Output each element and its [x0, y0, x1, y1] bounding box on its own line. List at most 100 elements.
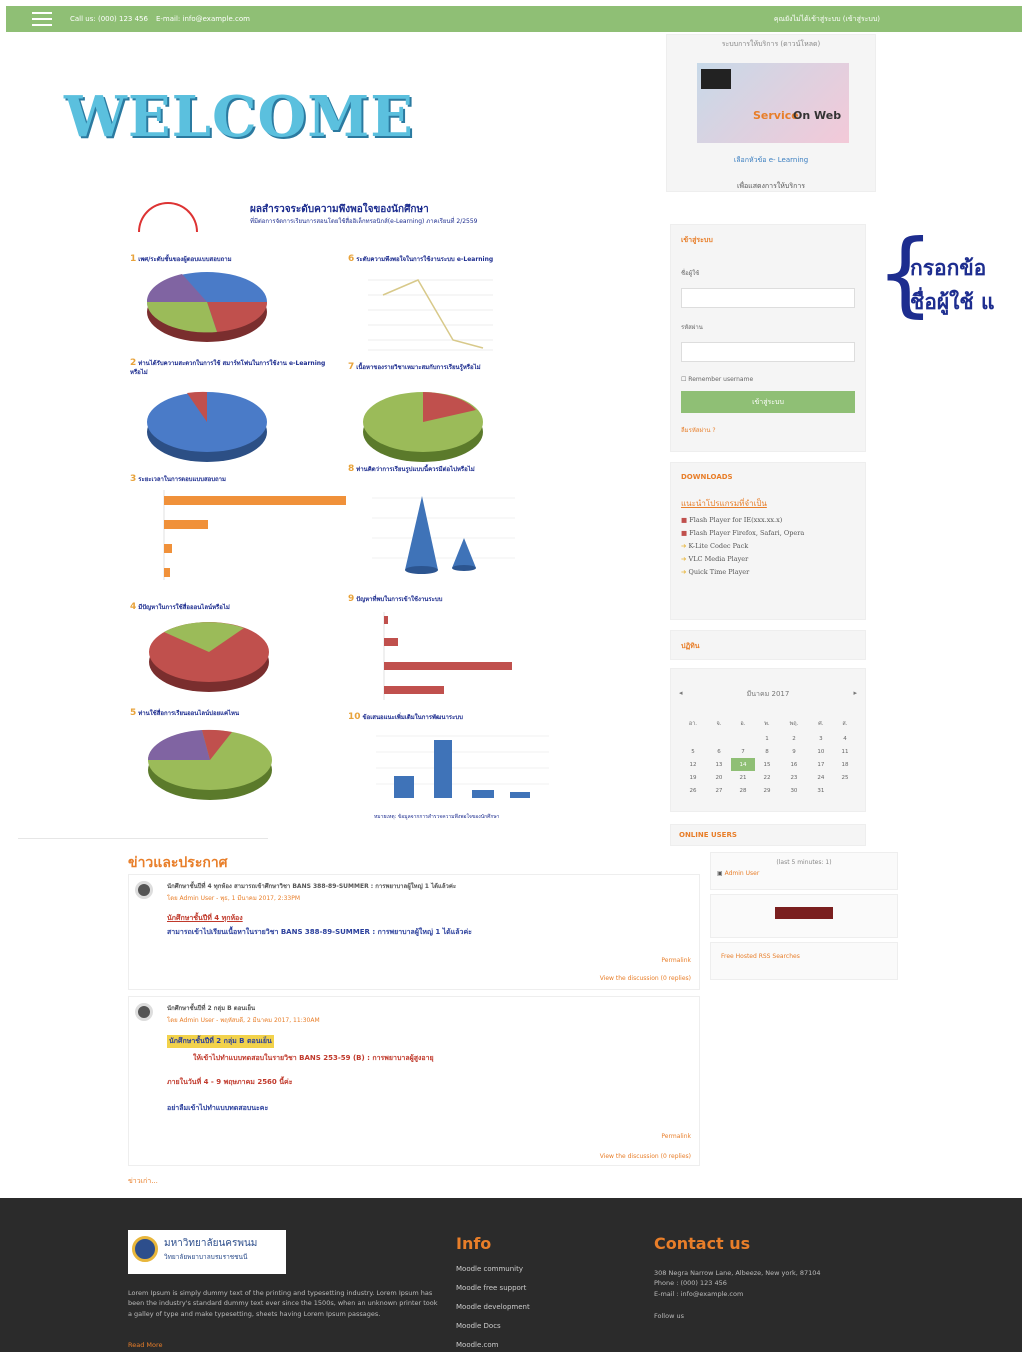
post-byline[interactable]: โดย Admin User - พฤหัสบดี, 2 มีนาคม 2017… [167, 1015, 320, 1025]
discussion-link[interactable]: View the discussion (0 replies) [600, 975, 691, 982]
calendar-day[interactable]: 15 [755, 758, 779, 771]
calendar-day[interactable]: 20 [707, 771, 731, 784]
calendar-header-block: ปฏิทิน [670, 630, 866, 660]
online-users-title: ONLINE USERS [679, 831, 737, 839]
download-item[interactable]: ➔ VLC Media Player [681, 553, 855, 566]
poster-title: ผลสำรวจระดับความพึงพอใจของนักศึกษา [250, 204, 429, 215]
annotation-line-2: ชื่อผู้ใช้ แ [910, 290, 995, 314]
calendar-day[interactable]: 9 [779, 745, 809, 758]
calendar-day[interactable]: 31 [809, 784, 833, 797]
calendar-day[interactable]: 14 [730, 758, 755, 771]
footer-link[interactable]: Moodle community [456, 1260, 530, 1279]
chart-label-5: 5 ท่านใช้สื่อการเรียนออนไลน์บ่อยแค่ไหน [130, 708, 240, 718]
calendar-day[interactable]: 24 [809, 771, 833, 784]
calendar-day[interactable]: 25 [833, 771, 857, 784]
downloads-subtitle: แนะนำโปรแกรมที่จำเป็น [681, 499, 767, 508]
service-block: ระบบการให้บริการ (ดาวน์โหลด) Service On … [666, 34, 876, 192]
password-input[interactable] [681, 342, 855, 362]
forgot-password-link[interactable]: ลืมรหัสผ่าน ? [681, 425, 855, 435]
post-subject[interactable]: นักศึกษาชั้นปีที่ 2 กลุ่ม B ตอนเย็น [167, 1003, 255, 1013]
arrow-icon: ➔ [681, 568, 687, 576]
footer-link[interactable]: Moodle free support [456, 1279, 530, 1298]
calendar-day-header: พ. [764, 721, 770, 727]
calendar-day[interactable]: 13 [707, 758, 731, 771]
poster-logo [138, 202, 198, 232]
service-link-2[interactable]: เพื่อแสดงการให้บริการ [667, 181, 875, 192]
footer-link[interactable]: Moodle Docs [456, 1317, 530, 1336]
calendar-day[interactable]: 7 [731, 745, 755, 758]
calendar-day[interactable]: 16 [779, 758, 809, 771]
calendar-day[interactable]: 6 [707, 745, 731, 758]
permalink[interactable]: Permalink [661, 957, 691, 964]
footer: มหาวิทยาลัยนครพนม วิทยาลัยพยาบาลบรมราชชน… [0, 1198, 1022, 1352]
calendar-day-header: ส. [842, 721, 848, 727]
calendar-day[interactable]: 28 [731, 784, 755, 797]
remember-checkbox[interactable]: ☐ Remember username [681, 376, 855, 383]
username-input[interactable] [681, 288, 855, 308]
older-news-link[interactable]: ข่าวเก่า... [128, 1176, 158, 1187]
login-button[interactable]: เข้าสู่ระบบ [681, 391, 855, 413]
download-item[interactable]: ■ Flash Player Firefox, Safari, Opera [681, 527, 855, 540]
post-body-2: ภายในวันที่ 4 - 9 พฤษภาคม 2560 นี้ค่ะ [167, 1078, 293, 1086]
footer-link[interactable]: Moodle development [456, 1298, 530, 1317]
calendar-day[interactable]: 2 [779, 732, 809, 745]
chart-label-2: 2 ท่านได้รับความสะดวกในการใช้ สมาร์ทโฟนใน… [130, 358, 326, 376]
chart-label-7: 7 เนื้อหาของรายวิชาเหมาะสมกับการเรียนรู้ห… [348, 362, 481, 372]
pie-chart-4 [149, 622, 269, 692]
prev-month-icon[interactable]: ◂ [679, 689, 683, 700]
calendar-day[interactable]: 18 [833, 758, 857, 771]
calendar-day[interactable]: 17 [809, 758, 833, 771]
feed-block: Free Hosted RSS Searches [710, 942, 898, 980]
visitor-counter-block [710, 894, 898, 938]
monitor-icon [701, 69, 731, 89]
service-image-text-1: Service [753, 109, 799, 122]
calendar-day[interactable]: 11 [833, 745, 857, 758]
calendar-day[interactable]: 12 [679, 758, 707, 771]
permalink[interactable]: Permalink [661, 1133, 691, 1140]
calendar-day[interactable]: 19 [679, 771, 707, 784]
online-user[interactable]: ▣ Admin User [717, 870, 891, 877]
cone-chart-8 [372, 496, 515, 574]
calendar-block: ◂ มีนาคม 2017 ▸ อา. จ. อ. พ. พฤ. ศ. ส. 1234567… [670, 668, 866, 812]
download-item[interactable]: ➔ Quick Time Player [681, 566, 855, 579]
avatar [135, 1003, 153, 1021]
calendar-day[interactable]: 1 [755, 732, 779, 745]
calendar-day[interactable]: 23 [779, 771, 809, 784]
login-status[interactable]: คุณยังไม่ได้เข้าสู่ระบบ (เข้าสู่ระบบ) [774, 14, 880, 25]
calendar-day[interactable]: 3 [809, 732, 833, 745]
avatar [135, 881, 153, 899]
calendar-day-header: จ. [716, 721, 722, 727]
menu-icon[interactable] [32, 12, 52, 26]
calendar-day[interactable]: 30 [779, 784, 809, 797]
calendar-day[interactable]: 4 [833, 732, 857, 745]
next-month-icon[interactable]: ▸ [853, 689, 857, 700]
post-byline[interactable]: โดย Admin User - พุธ, 1 มีนาคม 2017, 2:3… [167, 893, 300, 903]
email-text[interactable]: E-mail: info@example.com [156, 15, 250, 23]
download-item[interactable]: ➔ K-Lite Codec Pack [681, 540, 855, 553]
calendar-day[interactable]: 8 [755, 745, 779, 758]
pie-chart-7 [363, 392, 483, 462]
calendar-day[interactable]: 10 [809, 745, 833, 758]
welcome-heading: WELCOME [64, 84, 414, 150]
download-item[interactable]: ■ Flash Player for IE(xxx.xx.x) [681, 514, 855, 527]
footer-link[interactable]: Moodle.com [456, 1336, 530, 1355]
phone: Phone : (000) 123 456 [654, 1279, 727, 1288]
calendar-day[interactable]: 26 [679, 784, 707, 797]
post-subject[interactable]: นักศึกษาชั้นปีที่ 4 ทุกห้อง สามารถเข้าศึ… [167, 881, 687, 891]
calendar-day[interactable]: 5 [679, 745, 707, 758]
calendar-day[interactable]: 27 [707, 784, 731, 797]
calendar-day-header: อ. [740, 721, 746, 727]
service-link-1[interactable]: เลือกหัวข้อ e- Learning [667, 155, 875, 166]
read-more-link[interactable]: Read More [128, 1340, 163, 1350]
footer-contact: 308 Negra Narrow Lane, Albeeze, New york… [654, 1268, 884, 1322]
discussion-link[interactable]: View the discussion (0 replies) [600, 1153, 691, 1160]
service-image[interactable]: Service On Web [697, 63, 849, 143]
email[interactable]: E-mail : info@example.com [654, 1289, 884, 1299]
calendar-day[interactable]: 22 [755, 771, 779, 784]
feed-link[interactable]: Free Hosted RSS Searches [721, 953, 887, 960]
phone-text: Call us: (000) 123 456 [70, 15, 148, 23]
calendar-day[interactable]: 29 [755, 784, 779, 797]
calendar-day [731, 732, 755, 745]
calendar-day[interactable]: 21 [731, 771, 755, 784]
visitor-counter [775, 907, 833, 919]
